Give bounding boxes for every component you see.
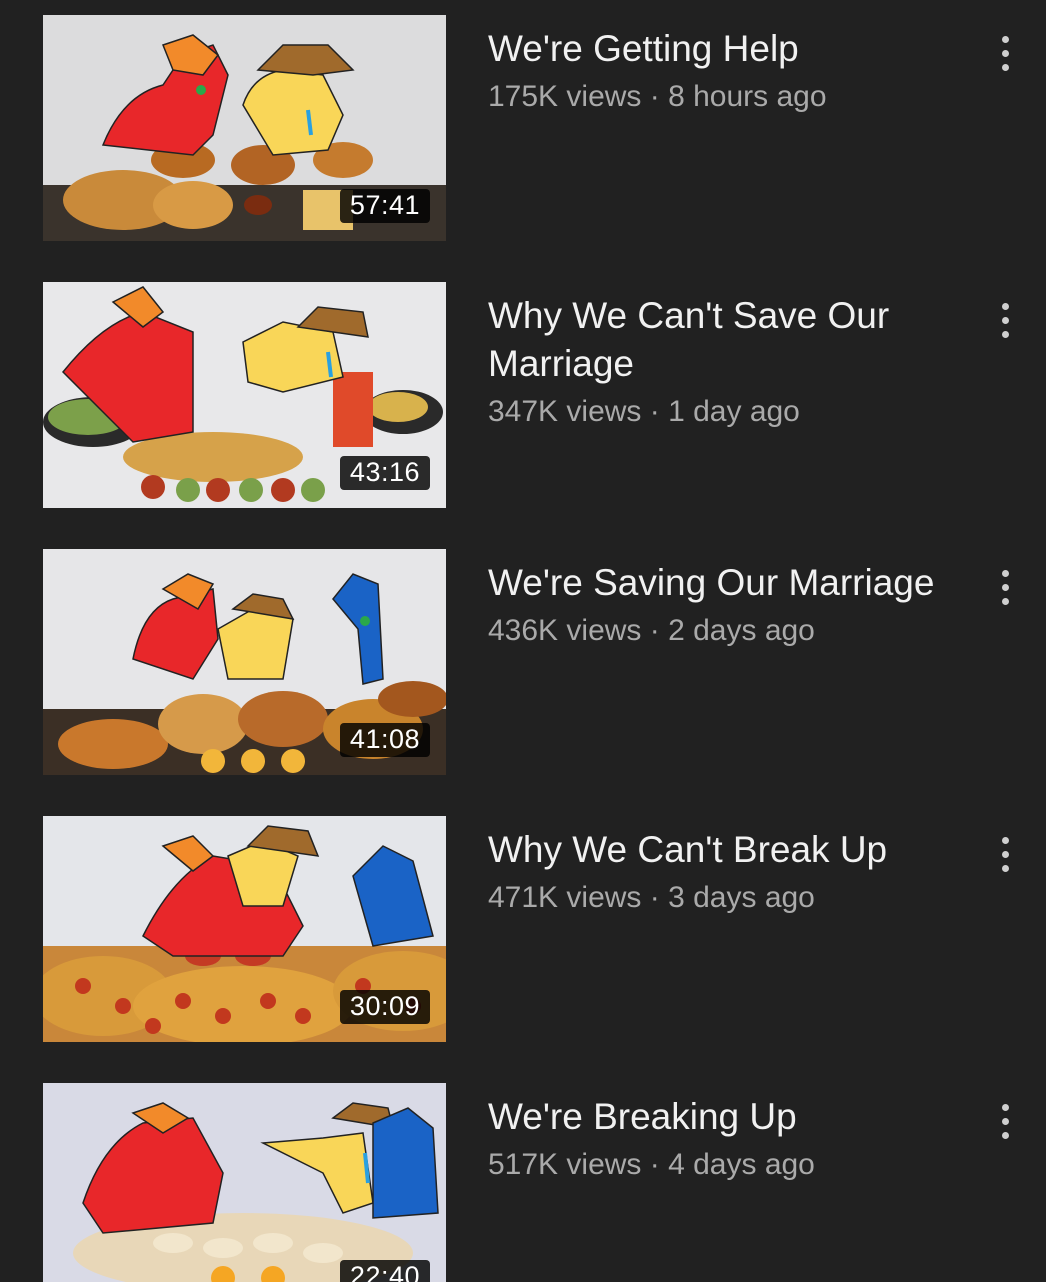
video-title[interactable]: We're Saving Our Marriage xyxy=(488,559,968,607)
video-thumbnail[interactable]: 57:41 xyxy=(43,15,446,241)
video-duration: 41:08 xyxy=(339,723,430,757)
video-views: 471K views xyxy=(488,881,642,914)
video-thumbnail[interactable]: 43:16 xyxy=(43,282,446,508)
video-age: 4 days ago xyxy=(668,1148,815,1181)
video-thumbnail[interactable]: 30:09 xyxy=(43,816,446,1042)
more-vert-icon[interactable] xyxy=(985,830,1025,878)
meta-separator: · xyxy=(641,395,669,428)
meta-separator: · xyxy=(641,614,669,647)
meta-separator: · xyxy=(641,80,669,113)
more-vert-icon[interactable] xyxy=(985,563,1025,611)
video-item[interactable]: 41:08 We're Saving Our Marriage 436K vie… xyxy=(0,549,1046,809)
video-list: 57:41 We're Getting Help 175K views · 8 … xyxy=(0,0,1046,1282)
video-age: 3 days ago xyxy=(668,881,815,914)
video-thumbnail[interactable]: 22:40 xyxy=(43,1083,446,1282)
video-info[interactable]: We're Getting Help 175K views · 8 hours … xyxy=(488,25,968,117)
video-duration: 43:16 xyxy=(339,456,430,490)
more-vert-icon[interactable] xyxy=(985,1097,1025,1145)
meta-separator: · xyxy=(641,1148,669,1181)
video-title[interactable]: We're Breaking Up xyxy=(488,1093,968,1141)
video-item[interactable]: 30:09 Why We Can't Break Up 471K views ·… xyxy=(0,816,1046,1076)
video-info[interactable]: Why We Can't Break Up 471K views · 3 day… xyxy=(488,826,968,918)
video-meta: 436K views · 2 days ago xyxy=(488,611,968,651)
video-info[interactable]: We're Breaking Up 517K views · 4 days ag… xyxy=(488,1093,968,1185)
video-views: 175K views xyxy=(488,80,642,113)
video-meta: 175K views · 8 hours ago xyxy=(488,77,968,117)
video-age: 8 hours ago xyxy=(668,80,827,113)
video-meta: 347K views · 1 day ago xyxy=(488,392,968,432)
video-item[interactable]: 57:41 We're Getting Help 175K views · 8 … xyxy=(0,15,1046,275)
video-views: 436K views xyxy=(488,614,642,647)
video-duration: 57:41 xyxy=(339,189,430,223)
video-title[interactable]: Why We Can't Break Up xyxy=(488,826,968,874)
video-thumbnail[interactable]: 41:08 xyxy=(43,549,446,775)
thumbnail-drawing xyxy=(43,1083,446,1282)
video-info[interactable]: We're Saving Our Marriage 436K views · 2… xyxy=(488,559,968,651)
video-meta: 517K views · 4 days ago xyxy=(488,1145,968,1185)
meta-separator: · xyxy=(641,881,669,914)
video-title[interactable]: We're Getting Help xyxy=(488,25,968,73)
video-views: 347K views xyxy=(488,395,642,428)
more-vert-icon[interactable] xyxy=(985,296,1025,344)
video-item[interactable]: 43:16 Why We Can't Save Our Marriage 347… xyxy=(0,282,1046,542)
video-duration: 30:09 xyxy=(339,990,430,1024)
video-age: 2 days ago xyxy=(668,614,815,647)
video-meta: 471K views · 3 days ago xyxy=(488,878,968,918)
video-views: 517K views xyxy=(488,1148,642,1181)
video-info[interactable]: Why We Can't Save Our Marriage 347K view… xyxy=(488,292,968,432)
more-vert-icon[interactable] xyxy=(985,29,1025,77)
video-duration: 22:40 xyxy=(339,1260,430,1282)
video-item[interactable]: 22:40 We're Breaking Up 517K views · 4 d… xyxy=(0,1083,1046,1282)
video-age: 1 day ago xyxy=(668,395,800,428)
video-title[interactable]: Why We Can't Save Our Marriage xyxy=(488,292,968,388)
